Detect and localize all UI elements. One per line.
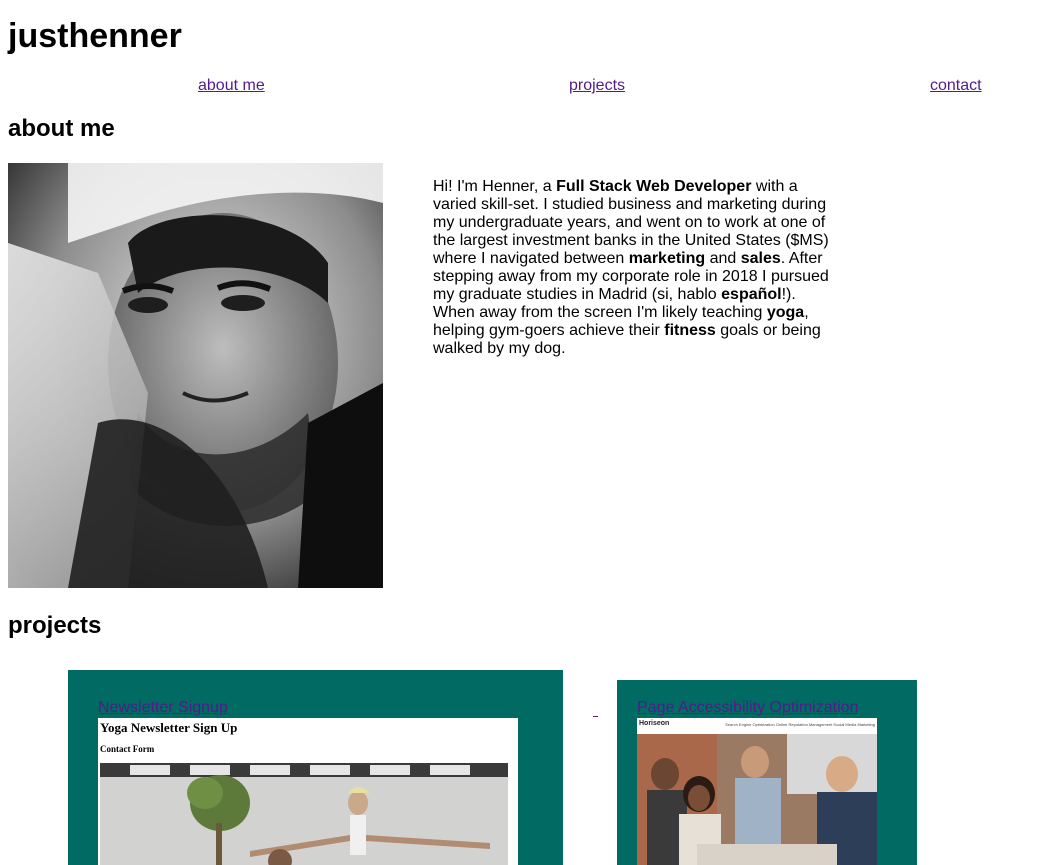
bio-segment: Hi! I'm Henner, a	[433, 178, 557, 195]
empty-link[interactable]	[593, 704, 598, 717]
nav-link-about[interactable]: about me	[198, 76, 265, 96]
bio-highlight: Full Stack Web Developer	[556, 178, 752, 195]
project-card-accessibility: Page Accessibility Optimization Horiseon…	[617, 680, 917, 865]
bio-segment: and	[705, 250, 741, 267]
portrait-photo	[8, 163, 383, 588]
screenshot-header: Horiseon Search Engine Optimization Onli…	[637, 718, 877, 734]
bio-highlight: español	[721, 286, 782, 303]
screenshot-subtitle: Contact Form	[100, 744, 155, 754]
screenshot-title: Yoga Newsletter Sign Up	[100, 720, 238, 735]
projects-heading: projects	[8, 612, 102, 639]
project-link-accessibility[interactable]: Page Accessibility Optimization	[637, 699, 858, 717]
bio-highlight: sales	[740, 250, 781, 267]
bio-highlight: marketing	[628, 250, 706, 267]
bio-highlight: fitness	[664, 322, 716, 339]
bio-highlight: yoga	[766, 304, 805, 321]
project-screenshot-accessibility[interactable]: Horiseon Search Engine Optimization Onli…	[637, 718, 877, 865]
nav-link-contact[interactable]: contact	[930, 76, 982, 96]
screenshot-nav: Search Engine Optimization Online Reputa…	[725, 722, 875, 727]
about-heading: about me	[8, 115, 115, 142]
team-meeting-photo	[637, 734, 877, 865]
project-screenshot-newsletter[interactable]: Yoga Newsletter Sign Up Contact Form	[98, 718, 518, 865]
project-card-newsletter: Newsletter Signup Yoga Newsletter Sign U…	[68, 670, 563, 865]
yoga-class-photo	[100, 763, 508, 865]
nav-link-projects[interactable]: projects	[569, 76, 625, 96]
project-link-newsletter[interactable]: Newsletter Signup	[98, 699, 228, 717]
site-title: justhenner	[8, 17, 182, 55]
screenshot-logo: Horiseon	[639, 720, 670, 727]
bio-text: Hi! I'm Henner, a Full Stack Web Develop…	[433, 178, 833, 358]
